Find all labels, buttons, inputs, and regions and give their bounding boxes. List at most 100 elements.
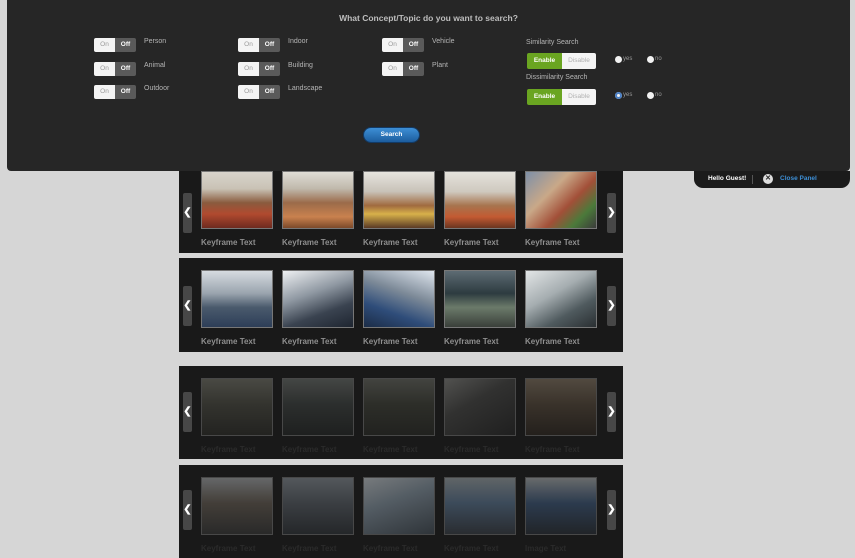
toggle-on[interactable]: On xyxy=(238,62,259,76)
toggle-off[interactable]: Off xyxy=(115,62,136,76)
keyframe-label: Keyframe Text xyxy=(201,445,256,454)
keyframe-thumbnail[interactable] xyxy=(363,171,435,229)
close-icon[interactable]: ✕ xyxy=(763,174,773,184)
dissimilarity-disable-button[interactable]: Disable xyxy=(562,89,596,105)
keyframe-thumbnail[interactable] xyxy=(444,270,516,328)
toggle-on[interactable]: On xyxy=(94,85,115,99)
keyframe-thumbnail[interactable] xyxy=(444,378,516,436)
row-next-button[interactable]: ❯ xyxy=(607,286,616,326)
concept-label: Outdoor xyxy=(144,85,170,92)
toggle-on[interactable]: On xyxy=(238,38,259,52)
keyframe-label: Keyframe Text xyxy=(363,445,418,454)
outdoor-toggle[interactable]: On Off xyxy=(94,85,136,99)
row-prev-button[interactable]: ❮ xyxy=(183,193,192,233)
similarity-no-radio[interactable]: no xyxy=(647,54,662,64)
toggle-on[interactable]: On xyxy=(238,85,259,99)
keyframe-thumbnail[interactable] xyxy=(525,270,597,328)
toggle-off[interactable]: Off xyxy=(259,85,280,99)
similarity-segmented-control[interactable]: Enable Disable xyxy=(527,53,596,69)
radio-dot[interactable] xyxy=(615,55,622,63)
radio-label: yes xyxy=(623,92,633,98)
keyframe-label: Keyframe Text xyxy=(363,337,418,346)
keyframe-thumbnail[interactable] xyxy=(363,378,435,436)
radio-dot[interactable] xyxy=(647,55,654,63)
vehicle-toggle[interactable]: On Off xyxy=(382,38,424,52)
toggle-off[interactable]: Off xyxy=(259,62,280,76)
building-toggle[interactable]: On Off xyxy=(238,62,280,76)
row-next-button[interactable]: ❯ xyxy=(607,392,616,432)
toggle-on[interactable]: On xyxy=(94,62,115,76)
toggle-on[interactable]: On xyxy=(382,62,403,76)
keyframe-thumbnail[interactable] xyxy=(363,477,435,535)
radio-dot-selected[interactable] xyxy=(615,91,622,99)
radio-dot[interactable] xyxy=(647,91,654,99)
dissimilarity-segmented-control[interactable]: Enable Disable xyxy=(527,89,596,105)
keyframe-label: Keyframe Text xyxy=(363,544,418,553)
concept-label: Animal xyxy=(144,62,166,69)
toggle-off[interactable]: Off xyxy=(259,38,280,52)
keyframe-thumbnail[interactable] xyxy=(201,378,273,436)
keyframe-label: Keyframe Text xyxy=(525,238,580,247)
concept-label: Building xyxy=(288,62,313,69)
keyframe-thumbnail[interactable] xyxy=(525,171,597,229)
similarity-yes-radio[interactable]: yes xyxy=(615,54,632,64)
toggle-off[interactable]: Off xyxy=(115,38,136,52)
keyframe-label: Keyframe Text xyxy=(444,337,499,346)
row-next-button[interactable]: ❯ xyxy=(607,193,616,233)
person-toggle[interactable]: On Off xyxy=(94,38,136,52)
toggle-on[interactable]: On xyxy=(94,38,115,52)
close-panel-link[interactable]: Close Panel xyxy=(780,175,817,182)
hello-guest-text: Hello Guest! xyxy=(708,175,747,182)
keyframe-thumbnail[interactable] xyxy=(282,171,354,229)
keyframe-label: Keyframe Text xyxy=(201,337,256,346)
dissimilarity-heading: Dissimilarity Search xyxy=(526,74,588,81)
search-panel: What Concept/Topic do you want to search… xyxy=(7,0,850,171)
dissimilarity-enable-button[interactable]: Enable xyxy=(527,89,562,105)
keyframe-thumbnail[interactable] xyxy=(201,171,273,229)
keyframe-thumbnail[interactable] xyxy=(444,477,516,535)
keyframe-label: Keyframe Text xyxy=(363,238,418,247)
concept-label: Indoor xyxy=(288,38,308,45)
keyframe-thumbnail[interactable] xyxy=(282,477,354,535)
divider xyxy=(752,175,753,184)
indoor-toggle[interactable]: On Off xyxy=(238,38,280,52)
landscape-toggle[interactable]: On Off xyxy=(238,85,280,99)
row-next-button[interactable]: ❯ xyxy=(607,490,616,530)
similarity-enable-button[interactable]: Enable xyxy=(527,53,562,69)
keyframe-thumbnail[interactable] xyxy=(201,477,273,535)
keyframe-row-3: ❮ Keyframe Text Keyframe Text Keyframe T… xyxy=(179,366,623,459)
thumb-strip: Keyframe Text Keyframe Text Keyframe Tex… xyxy=(201,171,601,253)
row-prev-button[interactable]: ❮ xyxy=(183,286,192,326)
keyframe-thumbnail[interactable] xyxy=(282,270,354,328)
toggle-off[interactable]: Off xyxy=(115,85,136,99)
toggle-off[interactable]: Off xyxy=(403,38,424,52)
thumb-strip: Keyframe Text Keyframe Text Keyframe Tex… xyxy=(201,378,601,471)
row-prev-button[interactable]: ❮ xyxy=(183,490,192,530)
keyframe-thumbnail[interactable] xyxy=(444,171,516,229)
keyframe-thumbnail[interactable] xyxy=(282,378,354,436)
keyframe-label: Keyframe Text xyxy=(444,544,499,553)
keyframe-thumbnail[interactable] xyxy=(525,378,597,436)
dissimilarity-no-radio[interactable]: no xyxy=(647,90,662,100)
toggle-off[interactable]: Off xyxy=(403,62,424,76)
toggle-on[interactable]: On xyxy=(382,38,403,52)
concept-label: Vehicle xyxy=(432,38,455,45)
guest-tab: Hello Guest! ✕ Close Panel xyxy=(694,171,850,188)
keyframe-thumbnail[interactable] xyxy=(201,270,273,328)
dissimilarity-yes-radio[interactable]: yes xyxy=(615,90,632,100)
keyframe-row-1: ❮ Keyframe Text Keyframe Text Keyframe T… xyxy=(179,171,623,253)
concept-label: Person xyxy=(144,38,167,45)
animal-toggle[interactable]: On Off xyxy=(94,62,136,76)
keyframe-label: Keyframe Text xyxy=(201,238,256,247)
keyframe-label: Keyframe Text xyxy=(282,544,337,553)
keyframe-row-2: ❮ Keyframe Text Keyframe Text Keyframe T… xyxy=(179,258,623,352)
keyframe-thumbnail[interactable] xyxy=(525,477,597,535)
radio-label: yes xyxy=(623,56,633,62)
similarity-disable-button[interactable]: Disable xyxy=(562,53,596,69)
search-button[interactable]: Search xyxy=(364,128,419,142)
keyframe-label: Keyframe Text xyxy=(282,337,337,346)
row-prev-button[interactable]: ❮ xyxy=(183,392,192,432)
keyframe-thumbnail[interactable] xyxy=(363,270,435,328)
similarity-heading: Similarity Search xyxy=(526,39,579,46)
plant-toggle[interactable]: On Off xyxy=(382,62,424,76)
